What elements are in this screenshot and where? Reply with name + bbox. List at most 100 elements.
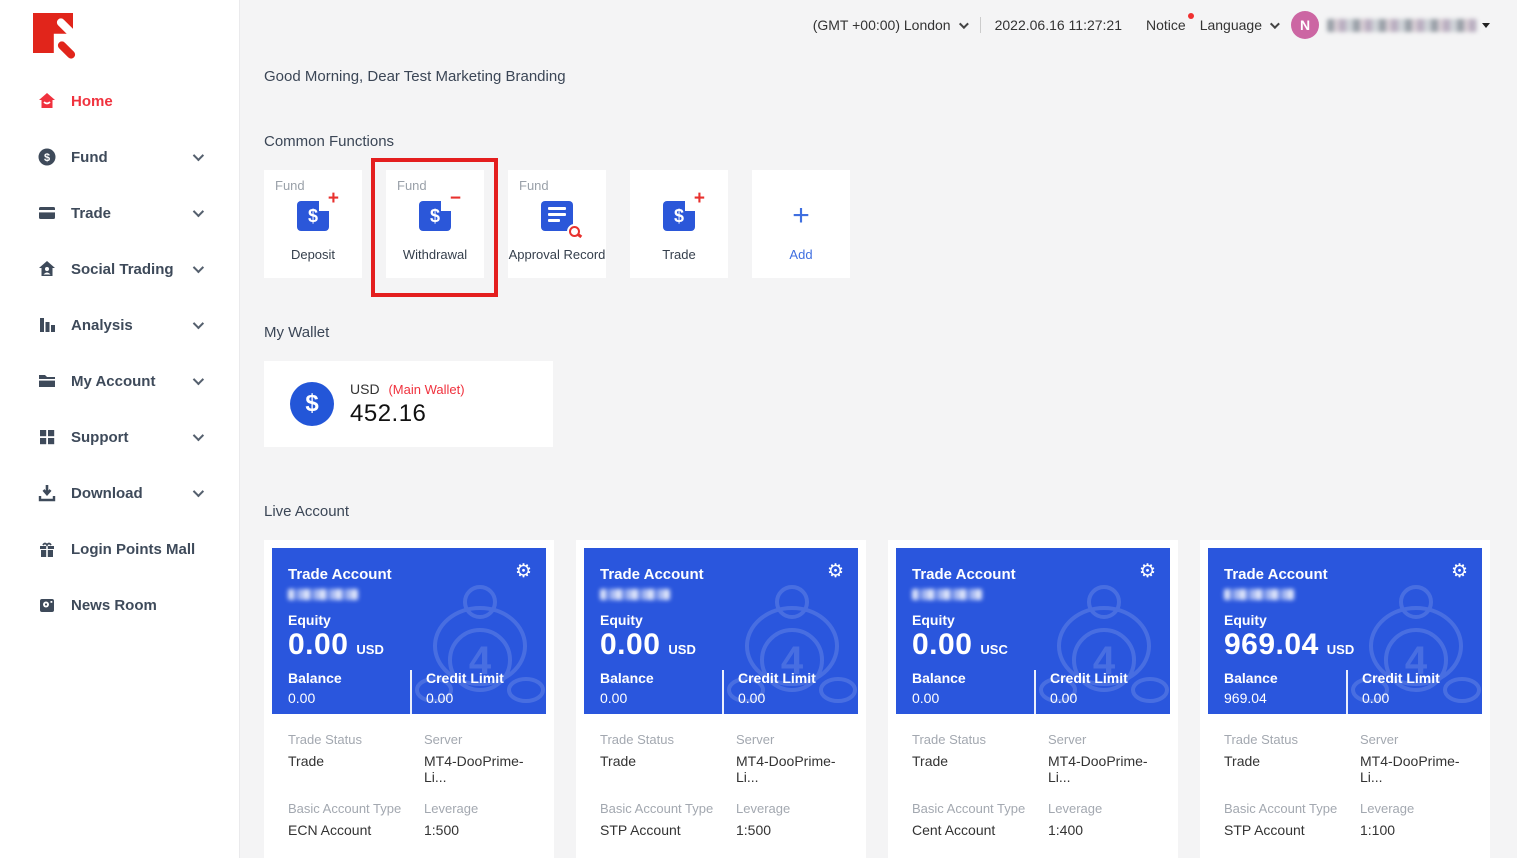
wallet-info: USD (Main Wallet) 452.16 [350, 381, 465, 428]
plus-icon: + [792, 201, 810, 231]
mt4-watermark-icon: 4 [1026, 568, 1170, 714]
notice-badge-dot [1188, 13, 1194, 19]
card-category: Fund [275, 178, 305, 193]
balance-value: 969.04 [1224, 690, 1346, 706]
brand-logo[interactable] [33, 13, 78, 59]
my-wallet-title: My Wallet [264, 324, 1490, 341]
deposit-card[interactable]: Fund $ + Deposit [264, 170, 362, 278]
sidebar-item-download[interactable]: Download [0, 465, 239, 521]
account-details: Trade Status Server Trade MT4-DooPrime-L… [584, 714, 858, 858]
sidebar-item-home[interactable]: Home [0, 73, 239, 129]
account-summary-panel: 4 Trade Account ⚙ Equity 0.00 USC Balanc… [896, 548, 1170, 714]
chevron-down-icon [193, 206, 204, 217]
equity-currency: USC [980, 642, 1007, 657]
balance-value: 0.00 [600, 690, 722, 706]
download-icon [36, 482, 58, 504]
trade-status-label: Trade Status [912, 732, 1048, 747]
svg-text:4: 4 [1405, 639, 1428, 683]
gear-icon[interactable]: ⚙ [1451, 562, 1468, 581]
greeting-text: Good Morning, Dear Test Marketing Brandi… [264, 68, 1490, 85]
trade-status-label: Trade Status [1224, 732, 1360, 747]
sidebar-item-label: Analysis [71, 317, 133, 334]
account-type-value: STP Account [600, 822, 736, 838]
account-summary-panel: 4 Trade Account ⚙ Equity 0.00 USD Balanc… [272, 548, 546, 714]
live-account-title: Live Account [264, 503, 1490, 520]
approval-record-icon [541, 201, 573, 231]
balance-label: Balance [1224, 670, 1346, 686]
sidebar-item-news-room[interactable]: News Room [0, 577, 239, 633]
sidebar-item-support[interactable]: Support [0, 409, 239, 465]
chevron-down-icon [1270, 19, 1280, 29]
chevron-down-icon [193, 486, 204, 497]
trade-status-value: Trade [600, 753, 736, 785]
equity-currency: USD [668, 642, 695, 657]
equity-value: 0.00 [288, 628, 348, 662]
topbar-divider [980, 17, 981, 33]
sidebar-item-trade[interactable]: Trade [0, 185, 239, 241]
equity-value: 0.00 [912, 628, 972, 662]
sidebar-item-label: Trade [71, 205, 111, 222]
logo-stroke-red [56, 40, 77, 61]
sidebar-item-label: Social Trading [71, 261, 174, 278]
chevron-down-icon [193, 262, 204, 273]
redacted-username [1327, 19, 1477, 32]
leverage-value: 1:400 [1048, 822, 1162, 838]
sidebar-item-fund[interactable]: $ Fund [0, 129, 239, 185]
caret-down-icon [1482, 23, 1490, 28]
leverage-label: Leverage [736, 801, 850, 816]
news-icon [36, 594, 58, 616]
sidebar-item-label: My Account [71, 373, 155, 390]
fund-icon: $ [36, 146, 58, 168]
sidebar-item-social-trading[interactable]: Social Trading [0, 241, 239, 297]
leverage-label: Leverage [424, 801, 538, 816]
magnifier-icon [569, 226, 580, 237]
server-value: MT4-DooPrime-Li... [1360, 753, 1474, 785]
analysis-icon [36, 314, 58, 336]
language-selector[interactable]: Language [1200, 17, 1277, 33]
approval-record-card[interactable]: Fund Approval Record [508, 170, 606, 278]
sidebar-item-analysis[interactable]: Analysis [0, 297, 239, 353]
wallet-currency: USD [350, 381, 380, 397]
wallet-card[interactable]: $ USD (Main Wallet) 452.16 [264, 361, 553, 447]
add-card[interactable]: + Add [752, 170, 850, 278]
sidebar-item-login-points-mall[interactable]: Login Points Mall [0, 521, 239, 577]
account-type-label: Basic Account Type [1224, 801, 1360, 816]
notice-button[interactable]: Notice [1146, 17, 1186, 33]
sidebar-item-label: Login Points Mall [71, 541, 195, 558]
card-label: Approval Record [508, 247, 606, 262]
card-label: Add [752, 247, 850, 262]
deposit-icon: $ + [297, 201, 329, 231]
card-category: Fund [519, 178, 549, 193]
trade-status-label: Trade Status [288, 732, 424, 747]
sidebar-item-my-account[interactable]: My Account [0, 353, 239, 409]
account-details: Trade Status Server Trade MT4-DooPrime-L… [896, 714, 1170, 858]
mt4-watermark-icon: 4 [402, 568, 546, 714]
trade-icon: $ + [663, 201, 695, 231]
equity-currency: USD [356, 642, 383, 657]
server-label: Server [1360, 732, 1474, 747]
account-details: Trade Status Server Trade MT4-DooPrime-L… [1208, 714, 1482, 858]
gear-icon[interactable]: ⚙ [515, 562, 532, 581]
server-label: Server [736, 732, 850, 747]
live-account-row: 4 Trade Account ⚙ Equity 0.00 USD Balanc… [264, 540, 1490, 858]
user-menu[interactable]: N [1291, 11, 1490, 39]
card-label: Trade [630, 247, 728, 262]
timezone-selector[interactable]: (GMT +00:00) London [813, 17, 966, 33]
sidebar-item-label: Fund [71, 149, 108, 166]
wallet-type-tag: (Main Wallet) [388, 382, 464, 397]
svg-text:$: $ [44, 152, 50, 164]
notice-label: Notice [1146, 17, 1186, 33]
balance-label: Balance [600, 670, 722, 686]
chevron-down-icon [193, 318, 204, 329]
account-summary-panel: 4 Trade Account ⚙ Equity 0.00 USD Balanc… [584, 548, 858, 714]
account-type-label: Basic Account Type [600, 801, 736, 816]
withdrawal-card[interactable]: Fund $ − Withdrawal [386, 170, 484, 278]
trade-card[interactable]: $ + Trade [630, 170, 728, 278]
server-value: MT4-DooPrime-Li... [424, 753, 538, 785]
common-functions-title: Common Functions [264, 133, 1490, 150]
live-account-card: 4 Trade Account ⚙ Equity 969.04 USD Bala… [1200, 540, 1490, 858]
redacted-account-number [600, 589, 670, 600]
gear-icon[interactable]: ⚙ [1139, 562, 1156, 581]
gear-icon[interactable]: ⚙ [827, 562, 844, 581]
withdrawal-icon: $ − [419, 201, 451, 231]
